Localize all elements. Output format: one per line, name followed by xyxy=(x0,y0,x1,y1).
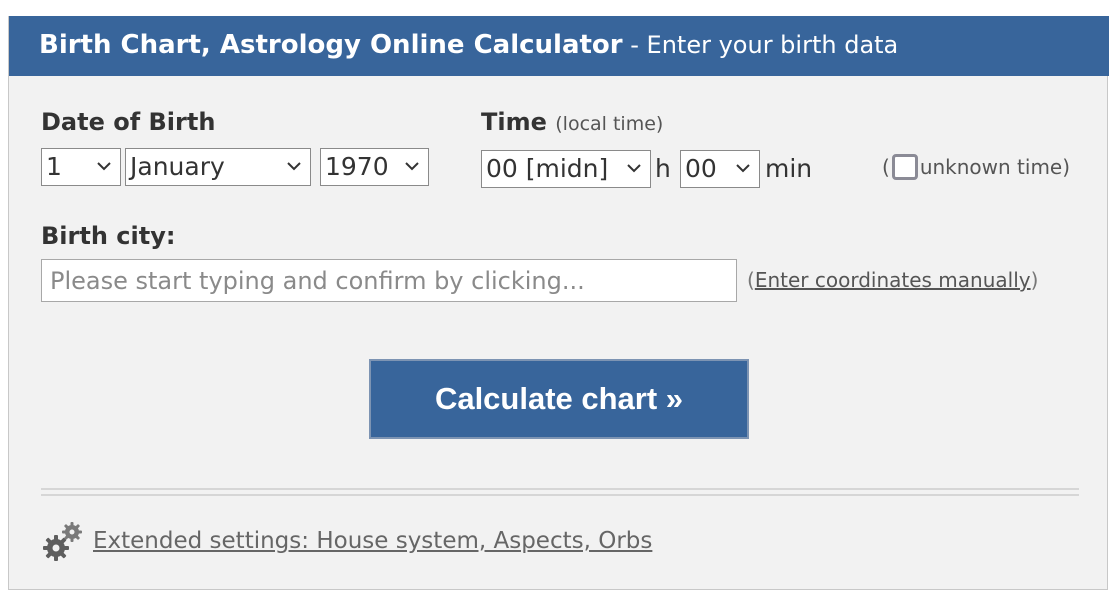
coordinates-close-paren: ) xyxy=(1030,268,1039,292)
time-hint: (local time) xyxy=(555,113,664,135)
coordinates-option: (Enter coordinates manually) xyxy=(747,268,1038,292)
extended-settings-link[interactable]: Extended settings: House system, Aspects… xyxy=(93,528,652,554)
birth-city-input[interactable] xyxy=(41,259,737,302)
chevron-down-icon xyxy=(405,162,419,171)
year-select[interactable]: 1970 xyxy=(320,148,429,186)
calculate-chart-button[interactable]: Calculate chart » xyxy=(369,359,749,439)
month-select[interactable]: January xyxy=(125,148,311,186)
hour-select-value: 00 [midn] xyxy=(486,154,609,183)
chevron-down-icon xyxy=(287,162,301,171)
chevron-down-icon xyxy=(736,164,750,173)
hour-unit: h xyxy=(655,154,671,183)
date-of-birth-label: Date of Birth xyxy=(41,108,216,136)
birth-city-label: Birth city: xyxy=(41,222,176,250)
time-label-text: Time xyxy=(481,108,547,136)
minute-select[interactable]: 00 xyxy=(680,150,760,188)
minute-unit: min xyxy=(765,154,813,183)
chevron-down-icon xyxy=(627,164,641,173)
divider xyxy=(41,494,1079,496)
day-select-value: 1 xyxy=(46,152,62,181)
chevron-down-icon xyxy=(97,162,111,171)
unknown-time-open-paren: ( xyxy=(882,155,890,179)
day-select[interactable]: 1 xyxy=(41,148,121,186)
divider xyxy=(41,488,1079,490)
minute-select-value: 00 xyxy=(685,154,717,183)
birth-data-form: Birth Chart, Astrology Online Calculator… xyxy=(8,16,1109,590)
form-subtitle: - Enter your birth data xyxy=(622,31,899,59)
form-header: Birth Chart, Astrology Online Calculator… xyxy=(9,16,1109,76)
unknown-time-option: ( unknown time ) xyxy=(882,154,1070,180)
form-title: Birth Chart, Astrology Online Calculator xyxy=(39,30,623,60)
year-select-value: 1970 xyxy=(325,152,389,181)
coordinates-open-paren: ( xyxy=(747,268,755,292)
hour-select[interactable]: 00 [midn] xyxy=(481,150,651,188)
gears-icon xyxy=(43,522,82,561)
month-select-value: January xyxy=(130,152,225,181)
unknown-time-label[interactable]: unknown time xyxy=(920,155,1062,179)
enter-coordinates-link[interactable]: Enter coordinates manually xyxy=(755,268,1031,292)
unknown-time-checkbox[interactable] xyxy=(891,154,918,180)
time-label: Time (local time) xyxy=(481,108,663,136)
unknown-time-close-paren: ) xyxy=(1062,155,1071,179)
